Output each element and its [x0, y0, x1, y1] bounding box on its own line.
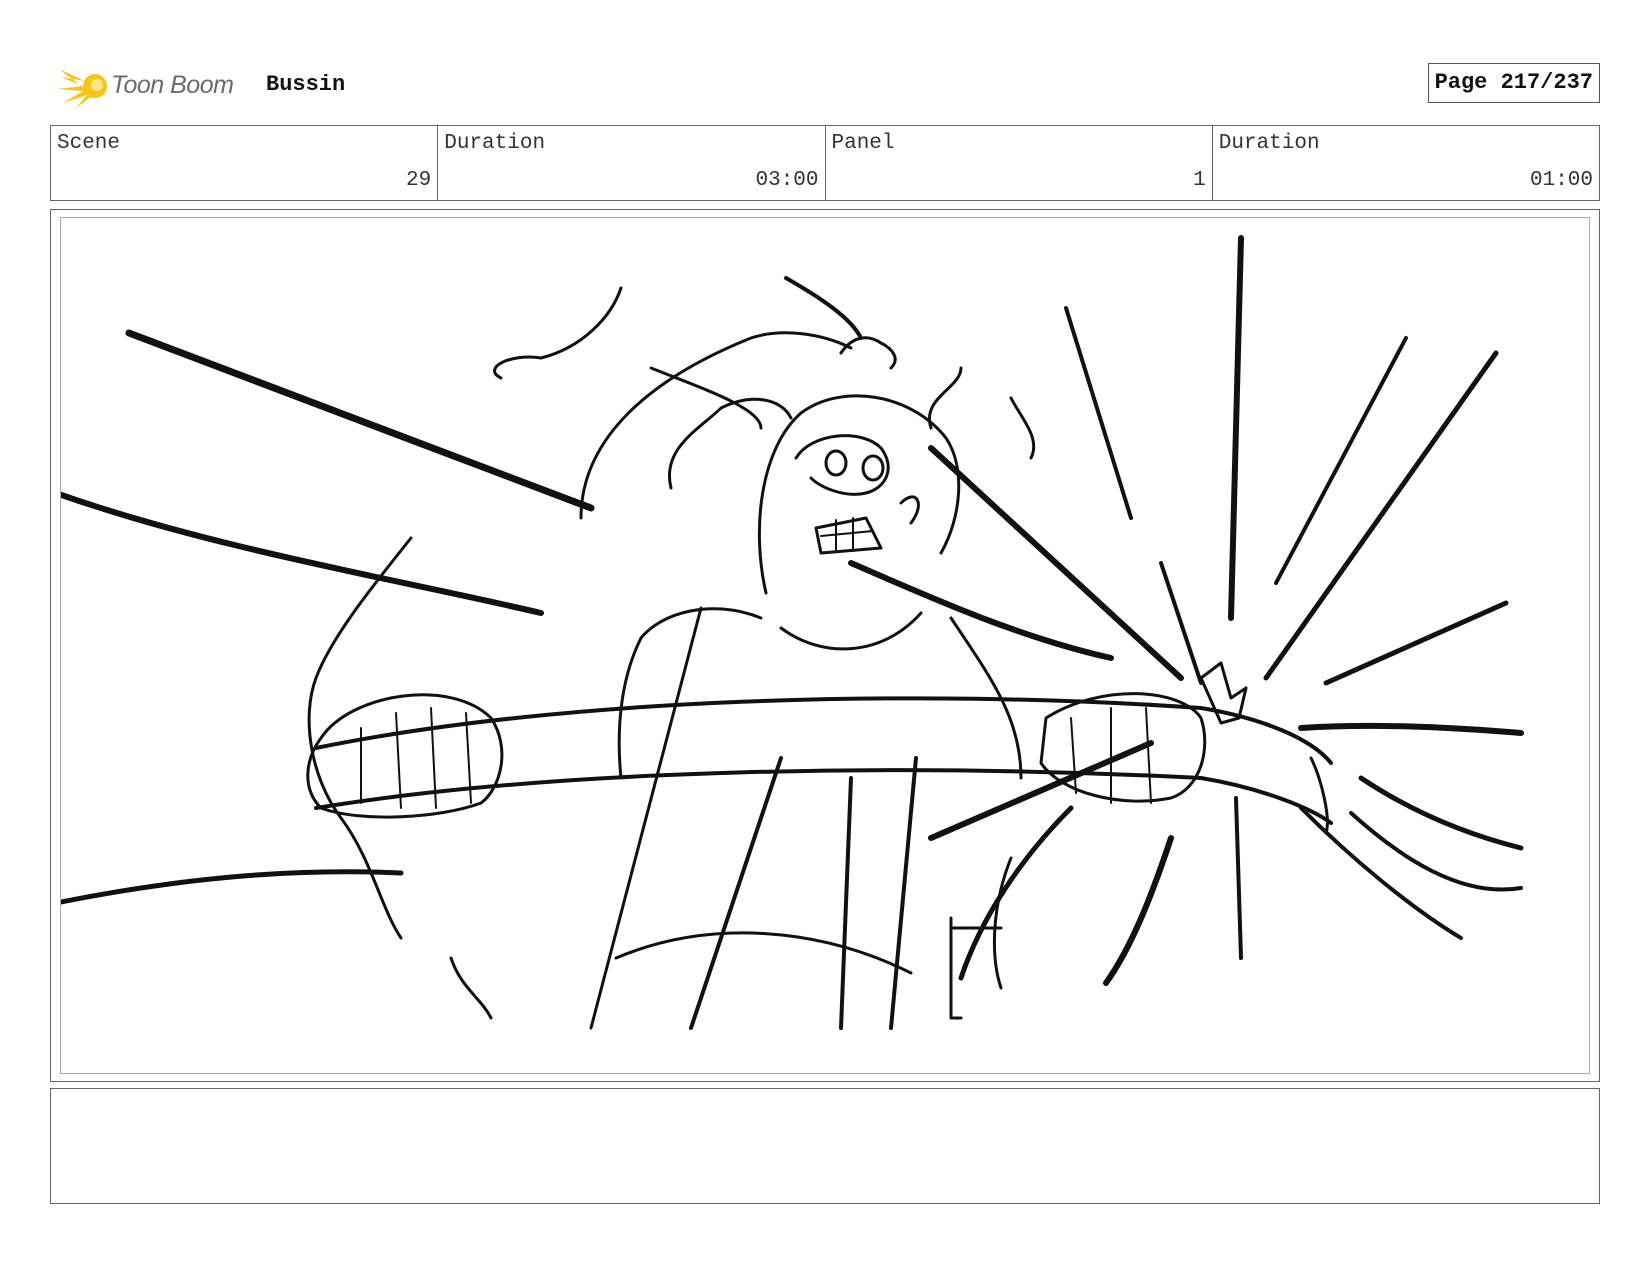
scene-info-table: Scene 29 Duration 03:00 Panel 1 Duration… [50, 125, 1600, 201]
scene-label: Scene [57, 132, 121, 155]
scene-value: 29 [406, 169, 432, 192]
scene-duration-label: Duration [444, 132, 546, 155]
project-title: Bussin [266, 72, 346, 97]
storyboard-panel [60, 217, 1590, 1074]
panel-duration-value: 01:00 [1529, 169, 1593, 192]
panel-sketch [61, 235, 1524, 1030]
scene-duration-value: 03:00 [755, 169, 819, 192]
panel-notes-box [50, 1088, 1600, 1204]
panel-duration-label: Duration [1218, 132, 1320, 155]
panel-value: 1 [1193, 169, 1206, 192]
panel-cell: Panel 1 [826, 126, 1213, 200]
storyboard-header: Toon Boom Bussin Page 217/237 [50, 55, 1600, 115]
scene-cell: Scene 29 [51, 126, 439, 200]
logo-text: Toon Boom [111, 70, 234, 99]
toon-boom-logo: Toon Boom [55, 59, 234, 111]
starburst-icon [57, 69, 107, 109]
panel-label: Panel [831, 132, 895, 155]
scene-duration-cell: Duration 03:00 [438, 126, 826, 200]
page-number: Page 217/237 [1427, 63, 1600, 103]
panel-duration-cell: Duration 01:00 [1213, 126, 1599, 200]
